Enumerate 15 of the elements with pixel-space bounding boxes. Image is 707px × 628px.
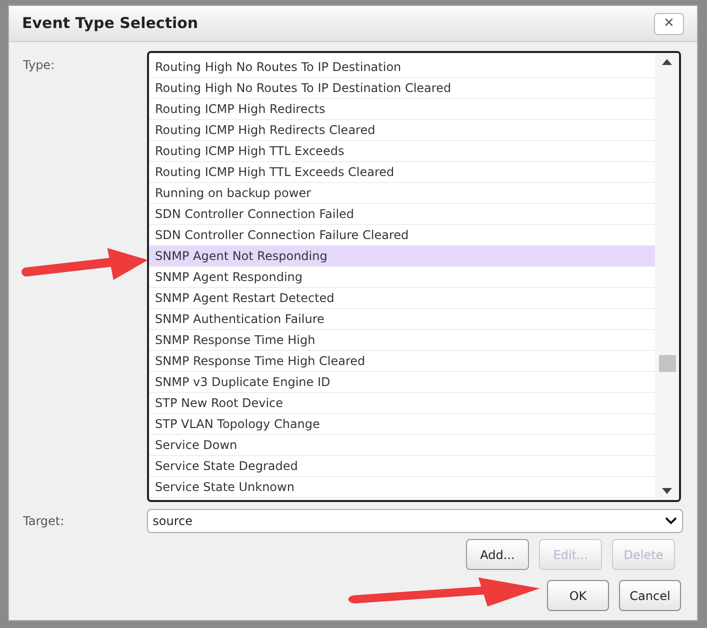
close-button[interactable]: ✕: [654, 12, 684, 34]
scrollbar-thumb[interactable]: [658, 355, 676, 372]
list-item[interactable]: SNMP Agent Not Responding: [149, 246, 655, 267]
window-title: Event Type Selection: [22, 13, 198, 34]
type-listbox[interactable]: [147, 51, 681, 502]
scrollbar[interactable]: [655, 53, 679, 500]
dialog-button[interactable]: OK: [547, 580, 609, 611]
chevron-down-icon: [665, 517, 677, 525]
dialog-button[interactable]: Cancel: [619, 580, 681, 611]
scroll-up-icon[interactable]: [662, 59, 672, 65]
type-label: Type:: [23, 57, 55, 74]
action-button[interactable]: Add...: [466, 539, 529, 570]
scroll-down-icon[interactable]: [662, 488, 672, 494]
target-label: Target:: [23, 513, 66, 530]
target-select[interactable]: source: [146, 509, 683, 533]
